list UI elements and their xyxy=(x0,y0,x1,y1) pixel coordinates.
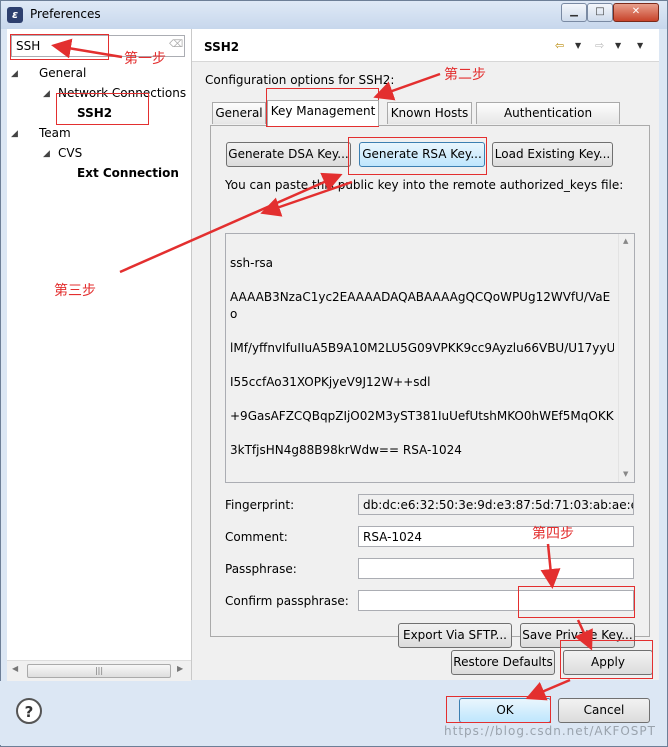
forward-dropdown-icon[interactable]: ▼ xyxy=(615,41,621,50)
comment-field[interactable]: RSA-1024 xyxy=(358,526,634,547)
scrollbar-thumb[interactable]: ||| xyxy=(27,664,171,678)
tree-item-ext-connection[interactable]: Ext Connection M xyxy=(77,166,183,180)
minimize-button[interactable]: ▁ xyxy=(561,3,587,22)
restore-defaults-button[interactable]: Restore Defaults xyxy=(451,650,555,675)
collapse-arrow-icon[interactable]: ◢ xyxy=(43,89,50,99)
page-title: SSH2 xyxy=(204,40,240,54)
public-key-textarea[interactable]: ssh-rsa AAAAB3NzaC1yc2EAAAADAQABAAAAgQCQ… xyxy=(225,233,635,483)
fingerprint-field[interactable]: db:dc:e6:32:50:3e:9d:e3:87:5d:71:03:ab:a… xyxy=(358,494,634,515)
annotation-box-filter xyxy=(10,34,109,60)
help-icon[interactable]: ? xyxy=(16,698,42,724)
public-key-text: ssh-rsa AAAAB3NzaC1yc2EAAAADAQABAAAAgQCQ… xyxy=(230,238,614,476)
paste-hint-label: You can paste this public key into the r… xyxy=(225,178,624,192)
close-button[interactable]: ✕ xyxy=(613,3,659,22)
annotation-box-save-key xyxy=(518,586,635,618)
tab-key-management[interactable]: Key Management xyxy=(267,100,379,126)
collapse-arrow-icon[interactable]: ◢ xyxy=(11,69,18,79)
annotation-box-apply xyxy=(560,640,653,679)
view-menu-icon[interactable]: ▼ xyxy=(637,41,643,50)
cancel-button[interactable]: Cancel xyxy=(558,698,650,723)
scroll-down-icon[interactable]: ▼ xyxy=(623,470,628,478)
back-dropdown-icon[interactable]: ▼ xyxy=(575,41,581,50)
annotation-step4: 第四步 xyxy=(532,526,574,542)
annotation-box-generate-rsa xyxy=(348,137,487,175)
scroll-right-icon[interactable]: ▶ xyxy=(177,664,183,673)
confirm-passphrase-label: Confirm passphrase: xyxy=(225,594,349,608)
passphrase-label: Passphrase: xyxy=(225,562,297,576)
key-management-panel: Generate DSA Key... Generate RSA Key... … xyxy=(210,125,650,648)
public-key-line: AAAAB3NzaC1yc2EAAAADAQABAAAAgQCQoWPUg12W… xyxy=(230,290,611,321)
tree-horizontal-scrollbar[interactable]: ◀ ||| ▶ xyxy=(7,660,191,681)
annotation-step3: 第三步 xyxy=(54,283,96,299)
preference-page: SSH2 ⇦ ▼ ⇨ ▼ ▼ Configuration options for… xyxy=(192,29,659,680)
comment-label: Comment: xyxy=(225,530,288,544)
load-existing-key-button[interactable]: Load Existing Key... xyxy=(492,142,613,167)
tree-item-general[interactable]: General xyxy=(39,66,86,80)
public-key-line: lMf/yffnvIfuIIuA5B9A10M2LU5G09VPKK9cc9Ay… xyxy=(230,341,614,355)
tree-item-cvs[interactable]: CVS xyxy=(58,146,82,160)
annotation-step2: 第二步 xyxy=(444,67,486,83)
eclipse-app-icon: ε xyxy=(7,7,23,23)
collapse-arrow-icon[interactable]: ◢ xyxy=(43,149,50,159)
passphrase-field[interactable] xyxy=(358,558,634,579)
scroll-left-icon[interactable]: ◀ xyxy=(12,664,18,673)
watermark: https://blog.csdn.net/AKFOSPT xyxy=(444,724,656,738)
tree-item-team[interactable]: Team xyxy=(39,126,71,140)
key-vertical-scrollbar[interactable]: ▲ ▼ xyxy=(618,234,634,482)
collapse-arrow-icon[interactable]: ◢ xyxy=(11,129,18,139)
scroll-up-icon[interactable]: ▲ xyxy=(623,237,628,245)
forward-arrow-icon[interactable]: ⇨ xyxy=(595,39,604,52)
export-via-sftp-button[interactable]: Export Via SFTP... xyxy=(398,623,512,648)
page-description: Configuration options for SSH2: xyxy=(205,73,395,87)
tab-general[interactable]: General xyxy=(212,102,266,124)
annotation-box-ssh2 xyxy=(56,93,149,125)
public-key-line: 3kTfjsHN4g88B98krWdw== RSA-1024 xyxy=(230,443,462,457)
public-key-line: ssh-rsa xyxy=(230,256,273,270)
generate-dsa-key-button[interactable]: Generate DSA Key... xyxy=(226,142,351,167)
annotation-step1: 第一步 xyxy=(124,51,166,67)
maximize-button[interactable]: □ xyxy=(587,3,613,22)
public-key-line: I55ccfAo31XOPKjyeV9J12W++sdl xyxy=(230,375,431,389)
page-header: SSH2 ⇦ ▼ ⇨ ▼ ▼ xyxy=(192,29,659,62)
public-key-line: +9GasAFZCQBqpZIjO02M3yST381IuUefUtshMKO0… xyxy=(230,409,614,423)
back-arrow-icon[interactable]: ⇦ xyxy=(555,39,564,52)
clear-filter-icon[interactable]: ⌫ xyxy=(169,39,183,51)
fingerprint-label: Fingerprint: xyxy=(225,498,295,512)
preference-tree-pane: SSH ⌫ ◢ General ◢ Network Connections SS… xyxy=(7,29,192,681)
tab-known-hosts[interactable]: Known Hosts xyxy=(387,102,472,124)
title-bar: ε Preferences ▁ □ ✕ xyxy=(1,1,667,29)
tab-authentication-methods[interactable]: Authentication Methods xyxy=(476,102,620,140)
annotation-box-ok xyxy=(446,696,551,723)
window-title: Preferences xyxy=(30,7,101,21)
